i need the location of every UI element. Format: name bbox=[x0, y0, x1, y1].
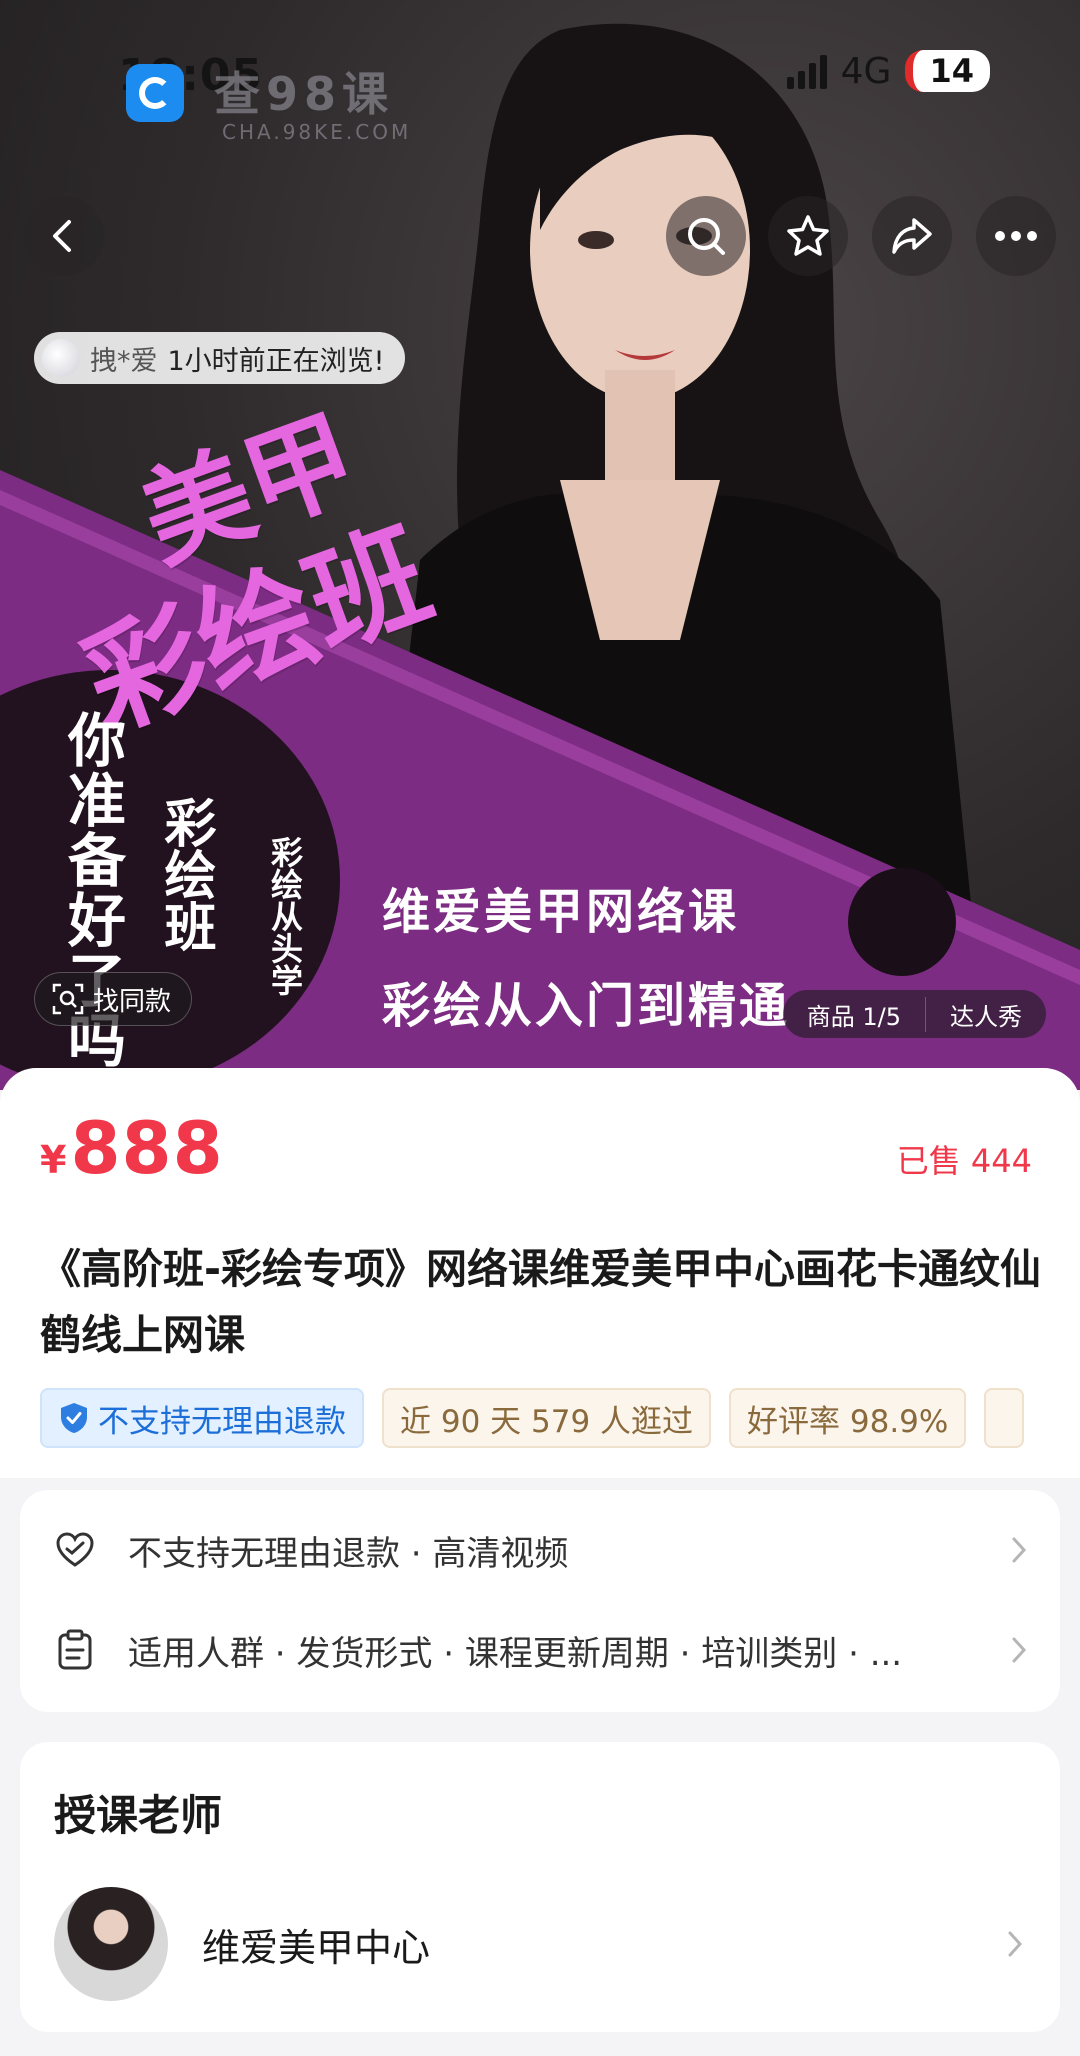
product-title: 《高阶班-彩绘专项》网络课维爱美甲中心画花卡通纹仙鹤线上网课 bbox=[40, 1245, 1042, 1359]
avatar bbox=[42, 339, 80, 377]
share-icon bbox=[892, 218, 932, 254]
tag-more bbox=[984, 1388, 1025, 1448]
product-tags: 不支持无理由退款 近 90 天 579 人逛过 好评率 98.9% bbox=[40, 1388, 1080, 1448]
network-type: 4G bbox=[840, 50, 892, 92]
find-same-label: 找同款 bbox=[93, 986, 172, 1017]
tag-rating: 好评率 98.9% bbox=[729, 1388, 967, 1448]
search-button[interactable] bbox=[666, 196, 746, 276]
browsing-text: 1小时前正在浏览! bbox=[167, 345, 385, 377]
product-image-carousel[interactable]: 19:05 4G 14 查98课 CHA.98KE.COM 拽*爱 1小时前正在… bbox=[0, 0, 1080, 1090]
product-price: ¥ 888 bbox=[40, 1106, 224, 1190]
search-icon bbox=[688, 218, 725, 255]
chevron-left-icon bbox=[53, 220, 71, 252]
scan-search-icon bbox=[52, 983, 84, 1015]
tag-label: 近 90 天 579 人逛过 bbox=[400, 1403, 694, 1440]
tag-visits: 近 90 天 579 人逛过 bbox=[382, 1388, 712, 1448]
chevron-right-icon bbox=[1000, 1930, 1030, 1958]
currency-symbol: ¥ bbox=[40, 1138, 67, 1182]
star-icon bbox=[787, 215, 829, 256]
teacher-name: 维爱美甲中心 bbox=[202, 1925, 431, 1970]
tag-label: 不支持无理由退款 bbox=[98, 1403, 346, 1440]
favorite-button[interactable] bbox=[768, 196, 848, 276]
battery-level: 14 bbox=[905, 50, 990, 92]
tab-showcase[interactable]: 达人秀 bbox=[925, 996, 1046, 1032]
hero-promo-line-2: 彩绘从入门到精通 bbox=[382, 978, 791, 1034]
avatar bbox=[54, 1887, 168, 2001]
price-value: 888 bbox=[70, 1106, 224, 1190]
teacher-row[interactable]: 维爱美甲中心 bbox=[54, 1886, 1030, 2002]
shield-check-icon bbox=[61, 1403, 87, 1433]
hero-vertical-text-2: 彩绘班 bbox=[155, 796, 216, 952]
heart-shield-icon bbox=[54, 1529, 96, 1571]
signal-icon bbox=[786, 53, 827, 89]
image-tabs: 商品 1/5 达人秀 bbox=[782, 990, 1046, 1038]
tag-no-refund[interactable]: 不支持无理由退款 bbox=[40, 1388, 364, 1448]
product-detail-page: 19:05 4G 14 查98课 CHA.98KE.COM 拽*爱 1小时前正在… bbox=[0, 0, 1080, 2056]
watermark-text: 查98课 bbox=[214, 67, 395, 121]
status-indicators: 4G 14 bbox=[786, 50, 990, 92]
tag-label: 好评率 98.9% bbox=[747, 1403, 949, 1440]
watermark-url: CHA.98KE.COM bbox=[222, 120, 412, 144]
clipboard-icon bbox=[54, 1629, 96, 1671]
watermark-logo-icon bbox=[126, 64, 184, 122]
find-same-button[interactable]: 找同款 bbox=[34, 972, 193, 1026]
browsing-user: 拽*爱 bbox=[90, 345, 158, 377]
teacher-heading: 授课老师 bbox=[54, 1791, 223, 1840]
hero-vertical-text-3: 彩绘从头学 bbox=[266, 836, 304, 996]
hero-promo-line-1: 维爱美甲网络课 bbox=[382, 884, 740, 940]
back-button[interactable] bbox=[24, 196, 104, 276]
service-text: 不支持无理由退款 · 高清视频 bbox=[128, 1533, 569, 1574]
sold-count: 已售 444 bbox=[896, 1142, 1032, 1180]
chevron-right-icon bbox=[1004, 1630, 1034, 1670]
service-row[interactable]: 不支持无理由退款 · 高清视频 bbox=[54, 1520, 1034, 1580]
chevron-right-icon bbox=[1004, 1530, 1034, 1570]
more-icon bbox=[995, 231, 1037, 241]
parameters-row[interactable]: 适用人群 · 发货形式 · 课程更新周期 · 培训类别 · ... bbox=[54, 1620, 1034, 1680]
tab-products[interactable]: 商品 1/5 bbox=[783, 997, 925, 1032]
parameters-text: 适用人群 · 发货形式 · 课程更新周期 · 培训类别 · ... bbox=[128, 1633, 903, 1674]
more-button[interactable] bbox=[976, 196, 1056, 276]
browsing-notice: 拽*爱 1小时前正在浏览! bbox=[34, 332, 405, 384]
share-button[interactable] bbox=[872, 196, 952, 276]
